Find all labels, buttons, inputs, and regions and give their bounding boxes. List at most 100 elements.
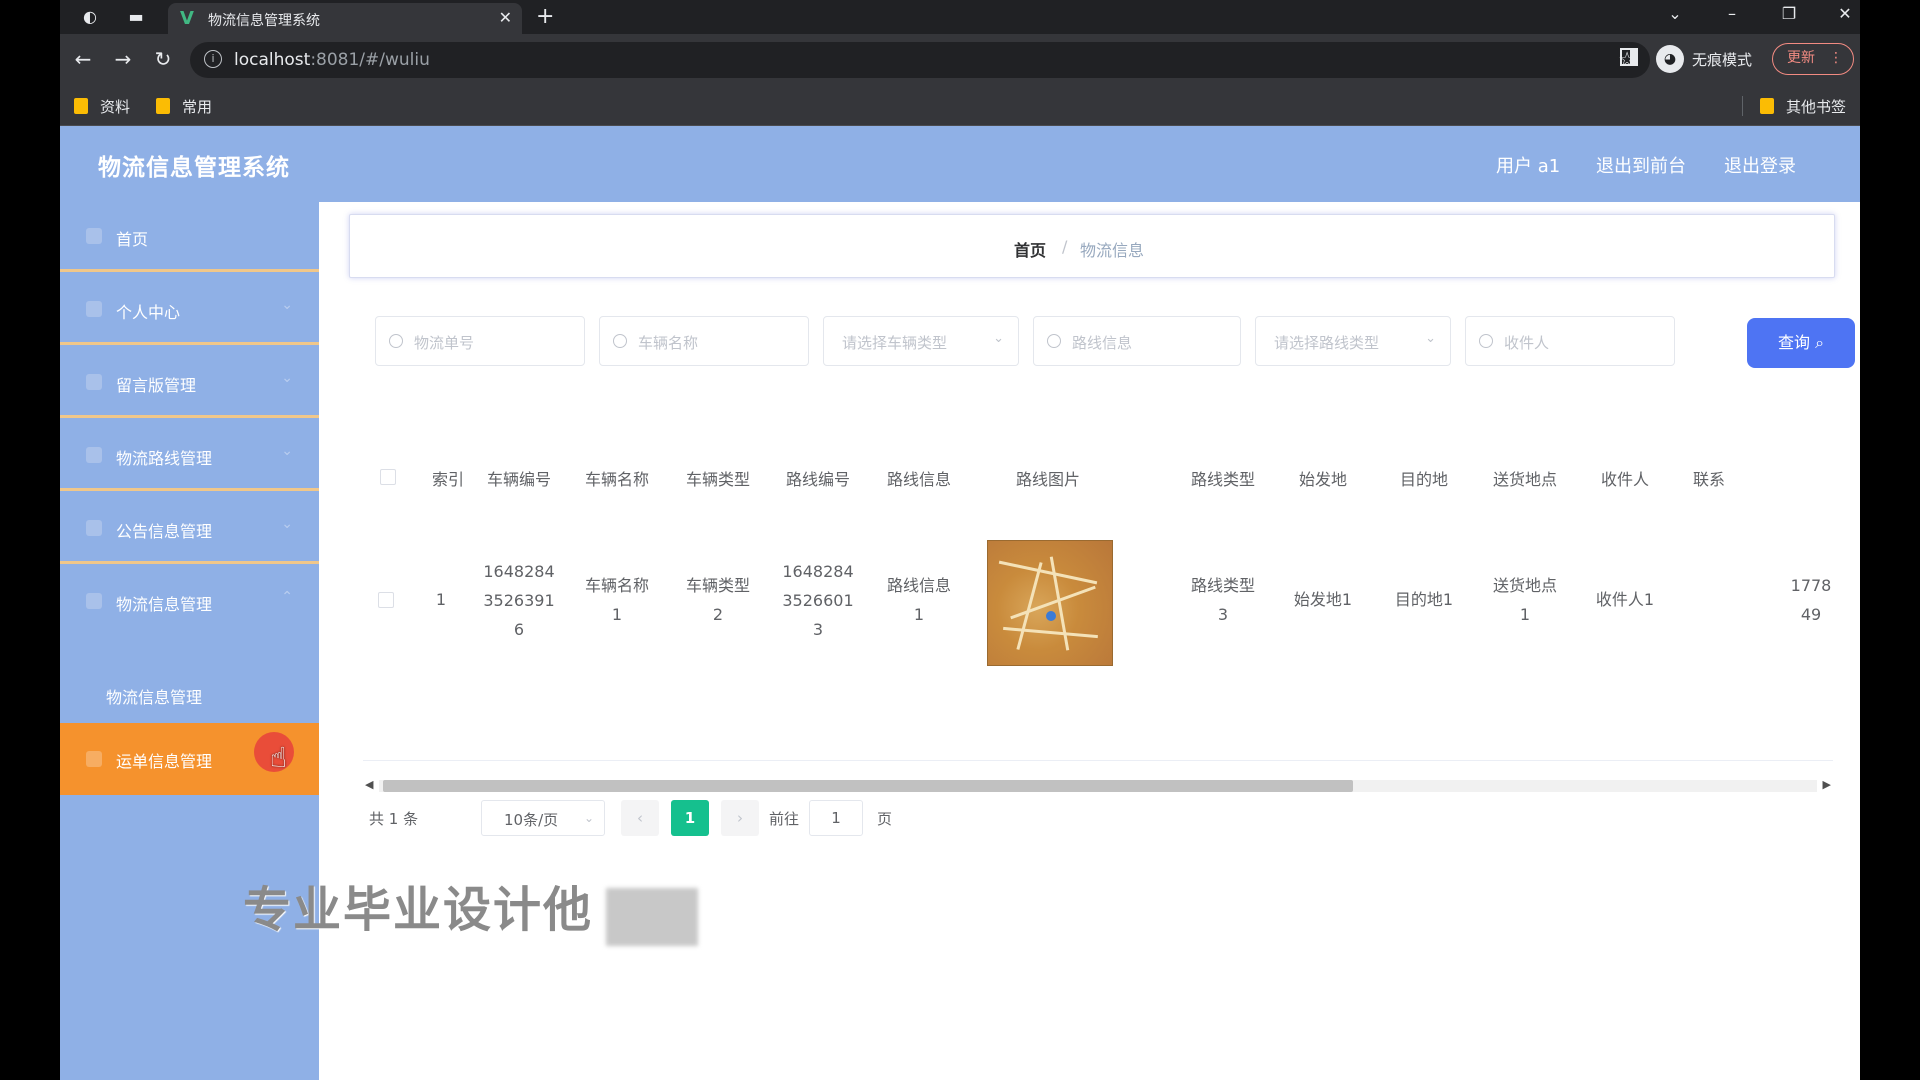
sidebar-item-notices[interactable]: 公告信息管理 ⌄ <box>60 494 319 564</box>
sidebar-item-label: 个人中心 <box>116 303 181 322</box>
update-button[interactable]: 更新 ⋮ <box>1772 43 1854 75</box>
vue-logo-icon: V <box>180 8 194 29</box>
sidebar: 首页 个人中心 ⌄ 留言版管理 ⌄ 物流路线管理 ⌄ 公告信息管理 ⌄ 物流信息… <box>60 202 319 1080</box>
chevron-up-icon: ⌃ <box>281 589 293 605</box>
video-watermark: 专业毕业设计他 <box>243 882 594 938</box>
tab-list-icon[interactable]: ⌄ <box>1660 4 1690 23</box>
bookmark-folder-1[interactable]: 资料 <box>74 96 130 117</box>
minimize-icon[interactable]: – <box>1717 4 1747 23</box>
row-checkbox[interactable] <box>378 592 394 608</box>
order-no-input[interactable]: 物流单号 <box>375 316 585 366</box>
more-icon: ⋮ <box>1829 50 1843 66</box>
goto-label: 前往 <box>769 810 800 828</box>
chevron-down-icon: ⌄ <box>281 443 293 459</box>
search-icon <box>613 334 627 348</box>
list-icon <box>86 374 102 390</box>
bookmarks-bar: 资料 常用 其他书签 <box>60 86 1860 126</box>
sidebar-item-messages[interactable]: 留言版管理 ⌄ <box>60 348 319 418</box>
sidebar-subitem-logistics-info[interactable]: 物流信息管理 <box>60 667 319 723</box>
route-type-select[interactable]: 请选择路线类型 ⌄ <box>1255 316 1451 366</box>
window-close-icon[interactable]: ✕ <box>1830 4 1860 23</box>
update-label: 更新 <box>1787 50 1815 66</box>
browser-tab[interactable]: V 物流信息管理系统 ✕ <box>168 3 522 34</box>
breadcrumb-home[interactable]: 首页 <box>1014 237 1046 261</box>
horizontal-scrollbar[interactable]: ◀ ▶ <box>363 778 1833 794</box>
sidebar-subitem-label: 物流信息管理 <box>106 688 203 707</box>
bookmark-folder-2[interactable]: 常用 <box>156 96 212 117</box>
query-label: 查询 <box>1777 333 1810 352</box>
chevron-down-icon: ⌄ <box>993 331 1004 346</box>
breadcrumb-current: 物流信息 <box>1080 241 1145 260</box>
user-link[interactable]: 用户 a1 <box>1496 152 1560 178</box>
search-icon <box>1479 334 1493 348</box>
side-panel-icon[interactable] <box>1620 48 1638 66</box>
table-header: 路线类型 <box>1190 470 1256 489</box>
table-header: 车辆名称 <box>584 470 650 489</box>
recipient-input[interactable]: 收件人 <box>1465 316 1675 366</box>
sidebar-item-routes[interactable]: 物流路线管理 ⌄ <box>60 421 319 491</box>
chevron-down-icon: ⌄ <box>1425 331 1436 346</box>
sidebar-item-label: 首页 <box>116 230 149 249</box>
select-all-checkbox[interactable] <box>380 469 396 485</box>
scroll-thumb[interactable] <box>383 780 1353 792</box>
sidebar-item-profile[interactable]: 个人中心 ⌄ <box>60 275 319 345</box>
blurred-region <box>606 888 698 946</box>
globe-icon[interactable]: ◐ <box>80 7 100 27</box>
table-header: 路线编号 <box>785 470 851 489</box>
restore-icon[interactable]: ❐ <box>1774 4 1804 23</box>
query-button[interactable]: 查询 ⌕ <box>1747 318 1855 368</box>
scroll-left-icon[interactable]: ◀ <box>365 778 373 791</box>
logistics-icon <box>86 593 102 609</box>
tab-search-icon[interactable]: ▬ <box>126 7 146 27</box>
logout-link[interactable]: 退出登录 <box>1724 152 1796 178</box>
main-content: 首页 / 物流信息 物流单号 车辆名称 请选择车辆类型 ⌄ 路线信息 请选择路线… <box>319 202 1860 1080</box>
scroll-right-icon[interactable]: ▶ <box>1823 778 1831 791</box>
route-map-image[interactable] <box>987 540 1113 666</box>
back-icon[interactable]: ← <box>70 47 96 71</box>
page-size-select[interactable]: 10条/页 ⌄ <box>481 800 605 836</box>
pagination: 共 1 条 10条/页 ⌄ ‹ 1 › 前往 1 页 <box>369 800 969 836</box>
total-count: 共 1 条 <box>369 810 419 828</box>
route-icon <box>86 447 102 463</box>
sidebar-item-waybill[interactable]: 运单信息管理 ☝ <box>60 723 319 795</box>
close-icon[interactable]: ✕ <box>499 8 512 27</box>
sidebar-item-label: 公告信息管理 <box>116 522 213 541</box>
route-info-input[interactable]: 路线信息 <box>1033 316 1241 366</box>
prev-page-icon[interactable]: ‹ <box>621 800 659 836</box>
table-header: 收件人 <box>1600 470 1650 489</box>
next-page-icon[interactable]: › <box>721 800 759 836</box>
new-tab-icon[interactable]: + <box>536 4 554 29</box>
goto-page-input[interactable]: 1 <box>809 800 863 836</box>
chevron-down-icon: ⌄ <box>583 811 594 825</box>
chevron-down-icon: ⌄ <box>281 516 293 532</box>
app-header: 物流信息管理系统 用户 a1 退出到前台 退出登录 <box>60 126 1860 202</box>
vehicle-type-select[interactable]: 请选择车辆类型 ⌄ <box>823 316 1019 366</box>
folder-icon <box>156 98 170 114</box>
chevron-down-icon: ⌄ <box>281 370 293 386</box>
page-button[interactable]: 1 <box>671 800 709 836</box>
tab-title: 物流信息管理系统 <box>208 13 320 29</box>
search-icon: ⌕ <box>1815 333 1825 352</box>
bookmark-separator <box>1742 96 1743 116</box>
table-header: 车辆编号 <box>486 470 552 489</box>
page-unit-label: 页 <box>877 810 893 828</box>
breadcrumb-separator: / <box>1062 237 1068 256</box>
tab-bar: ◐ ▬ V 物流信息管理系统 ✕ + ⌄ – ❐ ✕ <box>60 0 1860 34</box>
home-icon <box>86 228 102 244</box>
hand-cursor-icon: ☝ <box>270 741 288 774</box>
url-input[interactable]: i localhost:8081/#/wuliu ☆ <box>190 42 1650 78</box>
search-icon <box>1047 334 1061 348</box>
folder-icon <box>74 98 88 114</box>
vehicle-name-input[interactable]: 车辆名称 <box>599 316 809 366</box>
table-header: 始发地 <box>1298 470 1348 489</box>
forward-icon[interactable]: → <box>110 47 136 71</box>
breadcrumb: 首页 / 物流信息 <box>349 214 1835 278</box>
sidebar-item-home[interactable]: 首页 <box>60 202 319 272</box>
search-icon <box>389 334 403 348</box>
back-to-front-link[interactable]: 退出到前台 <box>1596 152 1686 178</box>
other-bookmarks[interactable]: 其他书签 <box>1760 96 1846 117</box>
sidebar-item-logistics[interactable]: 物流信息管理 ⌃ <box>60 567 319 667</box>
reload-icon[interactable]: ↻ <box>150 47 176 71</box>
browser-window: ◐ ▬ V 物流信息管理系统 ✕ + ⌄ – ❐ ✕ ← → ↻ i local… <box>60 0 1860 1080</box>
info-icon[interactable]: i <box>204 50 222 68</box>
